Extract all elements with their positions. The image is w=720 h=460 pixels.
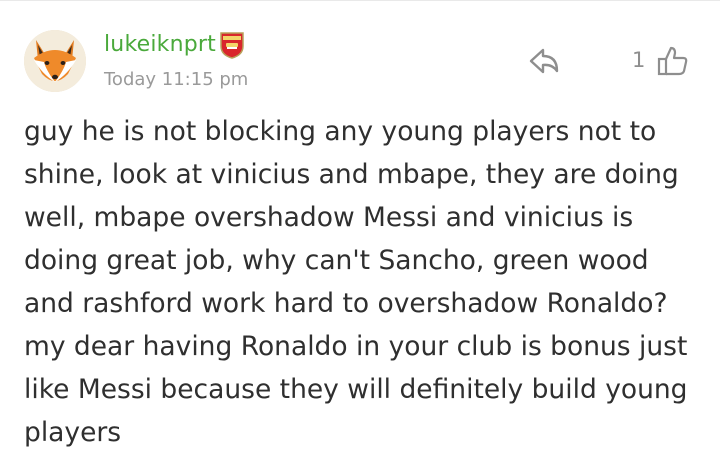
user-avatar[interactable] (24, 30, 86, 92)
comment-card: lukeiknprt Today 11:15 pm 1 guy he is no… (0, 0, 720, 460)
timestamp: Today 11:15 pm (104, 69, 249, 90)
reply-arrow-icon (529, 48, 559, 74)
comment-text: guy he is not blocking any young players… (24, 116, 696, 448)
fox-avatar-icon (24, 30, 86, 92)
reply-button[interactable] (526, 44, 562, 78)
divider (0, 0, 720, 1)
thumbs-up-icon (657, 46, 688, 76)
arsenal-crest-icon (220, 32, 244, 59)
like-button[interactable] (656, 44, 690, 78)
username[interactable]: lukeiknprt (104, 32, 216, 57)
like-count: 1 (632, 48, 646, 72)
team-badge (218, 30, 246, 60)
